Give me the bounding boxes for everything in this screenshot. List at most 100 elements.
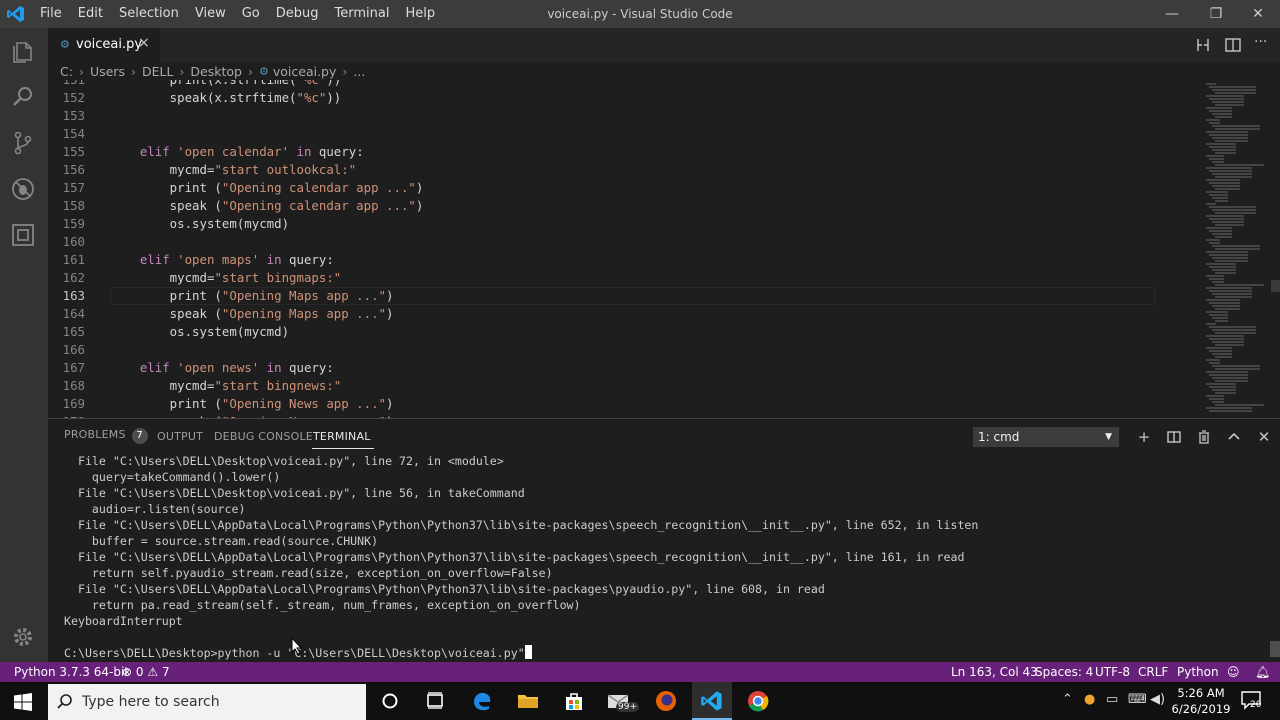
indentation[interactable]: Spaces: 4 [1035, 662, 1093, 682]
extensions-icon[interactable] [8, 220, 38, 250]
store-icon[interactable] [562, 689, 586, 713]
language-mode[interactable]: Python [1177, 662, 1219, 682]
breadcrumb-dell[interactable]: DELL [142, 64, 173, 79]
tab-terminal[interactable]: TERMINAL [313, 430, 371, 443]
menu-go[interactable]: Go [234, 0, 268, 28]
code-line[interactable]: 153 [48, 107, 1158, 125]
python-file-icon: ⚙ [258, 64, 269, 78]
code-line[interactable]: 151 print(x.strftime("%c")) [48, 80, 1158, 89]
settings-gear-icon[interactable] [8, 622, 38, 652]
code-line[interactable]: 162 mycmd="start bingmaps:" [48, 269, 1158, 287]
terminal-output[interactable]: File "C:\Users\DELL\Desktop\voiceai.py",… [48, 452, 1268, 662]
tab-voiceai-py[interactable]: ⚙ voiceai.py × [48, 28, 160, 62]
code-line[interactable]: 163 print ("Opening Maps app ...") [48, 287, 1158, 305]
code-line[interactable]: 168 mycmd="start bingnews:" [48, 377, 1158, 395]
cursor-position[interactable]: Ln 163, Col 43 [951, 662, 1038, 682]
menu-debug[interactable]: Debug [268, 0, 327, 28]
menu-view[interactable]: View [187, 0, 234, 28]
windows-start-icon[interactable] [14, 693, 32, 711]
taskbar-clock[interactable]: 5:26 AM 6/26/2019 [1170, 685, 1232, 717]
menu-terminal[interactable]: Terminal [327, 0, 398, 28]
network-icon[interactable]: ⌨ [1128, 692, 1147, 707]
breadcrumb-drive[interactable]: C: [60, 64, 73, 79]
search-icon[interactable] [8, 82, 38, 112]
explorer-icon[interactable] [8, 36, 38, 66]
cortana-icon[interactable] [378, 689, 402, 713]
menu-selection[interactable]: Selection [111, 0, 187, 28]
volume-icon[interactable]: ◀) [1150, 692, 1165, 707]
code-token: print(x.strftime( [110, 80, 297, 87]
tab-output[interactable]: OUTPUT [157, 430, 203, 443]
menu-help[interactable]: Help [397, 0, 443, 28]
source-control-icon[interactable] [8, 128, 38, 158]
breadcrumb-file[interactable]: voiceai.py [273, 64, 337, 79]
close-window-button[interactable]: ✕ [1236, 0, 1280, 28]
code-line[interactable]: 157 print ("Opening calendar app ...") [48, 179, 1158, 197]
code-line[interactable]: 159 os.system(mycmd) [48, 215, 1158, 233]
notifications-bell-icon[interactable]: 🔔︎ [1255, 662, 1270, 682]
open-changes-icon[interactable] [1194, 36, 1212, 54]
taskbar-search-box[interactable]: Type here to search [48, 684, 366, 720]
code-line[interactable]: 164 speak ("Opening Maps app ...") [48, 305, 1158, 323]
split-editor-icon[interactable] [1224, 36, 1242, 54]
firefox-icon[interactable] [654, 689, 678, 713]
code-line[interactable]: 167 elif 'open news' in query: [48, 359, 1158, 377]
python-interpreter[interactable]: Python 3.7.3 64-bit [14, 662, 129, 682]
breadcrumb-symbol[interactable]: ... [353, 64, 365, 79]
file-explorer-icon[interactable] [516, 689, 540, 713]
code-line[interactable]: 152 speak(x.strftime("%c")) [48, 89, 1158, 107]
new-terminal-icon[interactable]: + [1134, 427, 1154, 447]
feedback-smiley-icon[interactable]: ☺ [1227, 662, 1240, 682]
code-editor[interactable]: 151 print(x.strftime("%c"))152 speak(x.s… [48, 80, 1280, 418]
minimap[interactable] [1158, 80, 1268, 418]
chrome-icon[interactable] [746, 689, 770, 713]
code-token: "%c" [296, 90, 327, 105]
edge-browser-icon[interactable] [470, 689, 494, 713]
code-line[interactable]: 165 os.system(mycmd) [48, 323, 1158, 341]
show-hidden-icons-chevron-icon[interactable]: ⌃ [1062, 692, 1073, 707]
code-line[interactable]: 166 [48, 341, 1158, 359]
breadcrumb-users[interactable]: Users [90, 64, 125, 79]
trash-icon[interactable] [1194, 427, 1214, 447]
code-token: 'open calendar' [177, 144, 290, 159]
code-line[interactable]: 155 elif 'open calendar' in query: [48, 143, 1158, 161]
line-ending[interactable]: CRLF [1138, 662, 1168, 682]
close-panel-icon[interactable]: ✕ [1254, 427, 1274, 447]
terminal-scrollbar[interactable] [1270, 641, 1280, 657]
split-terminal-icon[interactable] [1164, 427, 1184, 447]
tab-problems[interactable]: PROBLEMS 7 [64, 428, 148, 444]
maximize-panel-icon[interactable] [1224, 427, 1244, 447]
restore-button[interactable]: ❐ [1194, 0, 1238, 28]
code-token: )) [326, 90, 342, 105]
code-line[interactable]: 161 elif 'open maps' in query: [48, 251, 1158, 269]
tab-debug-console[interactable]: DEBUG CONSOLE [214, 430, 313, 443]
code-line[interactable]: 158 speak ("Opening calendar app ...") [48, 197, 1158, 215]
battery-icon[interactable]: ▭ [1106, 692, 1118, 707]
terminal-select[interactable]: 1: cmd ▼ [973, 427, 1119, 447]
encoding[interactable]: UTF-8 [1095, 662, 1130, 682]
action-center-icon[interactable]: 20 [1240, 690, 1266, 714]
editor-scrollbar[interactable] [1271, 280, 1280, 292]
line-text: speak ("Opening calendar app ...") [110, 197, 424, 215]
mail-app-icon[interactable]: 99+ [606, 688, 642, 716]
problems-status[interactable]: ⊗ 0 ⚠ 7 [122, 662, 170, 682]
tray-app-icon[interactable]: ● [1084, 692, 1095, 707]
line-text: print ("Opening News app ...") [110, 395, 394, 413]
code-line[interactable]: 160 [48, 233, 1158, 251]
code-line[interactable]: 154 [48, 125, 1158, 143]
line-number: 167 [62, 360, 85, 375]
vscode-taskbar-button[interactable] [692, 682, 732, 720]
task-view-icon[interactable] [423, 689, 447, 713]
more-actions-icon[interactable]: ··· [1254, 34, 1267, 50]
menu-edit[interactable]: Edit [70, 0, 111, 28]
code-line[interactable]: 169 print ("Opening News app ...") [48, 395, 1158, 413]
breadcrumb-desktop[interactable]: Desktop [190, 64, 242, 79]
debug-icon[interactable] [8, 174, 38, 204]
code-token: "Opening calendar app ..." [221, 180, 416, 195]
line-text: print(x.strftime("%c")) [110, 80, 342, 89]
code-token: print ( [110, 288, 222, 303]
minimize-button[interactable]: — [1150, 0, 1194, 28]
tab-close-icon[interactable]: × [138, 35, 150, 51]
menu-file[interactable]: File [32, 0, 70, 28]
code-line[interactable]: 156 mycmd="start outlookcal:" [48, 161, 1158, 179]
